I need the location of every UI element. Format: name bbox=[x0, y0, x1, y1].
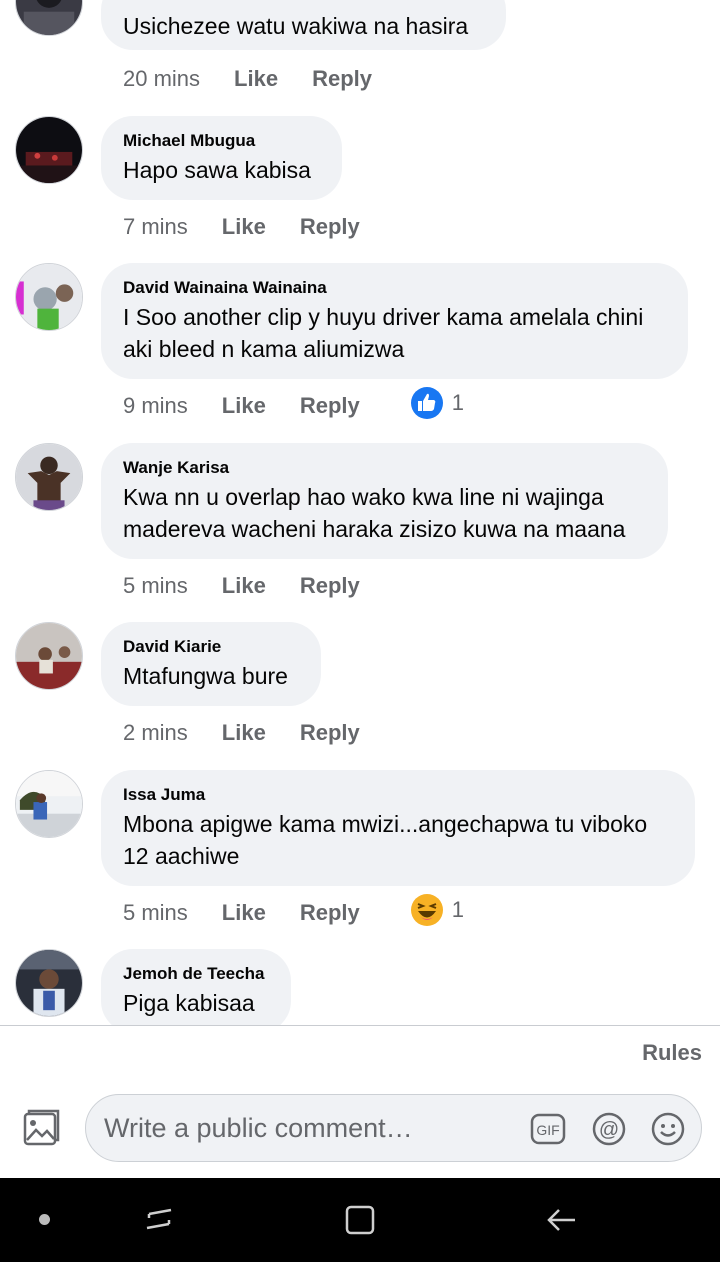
reply-button[interactable]: Reply bbox=[300, 720, 360, 746]
comment-author[interactable]: David Wainaina Wainaina bbox=[123, 277, 666, 299]
avatar[interactable] bbox=[15, 443, 83, 511]
avatar[interactable] bbox=[15, 949, 83, 1017]
comment-text-line: 12 aachiwe bbox=[123, 843, 240, 869]
like-button[interactable]: Like bbox=[222, 573, 266, 599]
divider bbox=[0, 1025, 720, 1026]
like-reaction-icon bbox=[410, 387, 443, 419]
gif-label: GIF bbox=[536, 1122, 559, 1138]
like-button[interactable]: Like bbox=[222, 720, 266, 746]
like-button[interactable]: Like bbox=[222, 393, 266, 419]
avatar[interactable] bbox=[15, 0, 83, 36]
comment-input-placeholder: Write a public comment… bbox=[104, 1113, 413, 1143]
reply-button[interactable]: Reply bbox=[300, 573, 360, 599]
like-button[interactable]: Like bbox=[222, 900, 266, 926]
comment-author[interactable]: David Kiarie bbox=[123, 636, 299, 658]
comment-meta: 9 mins Like Reply 1 bbox=[123, 386, 464, 423]
comment-text-line: I Soo another clip y huyu driver kama am… bbox=[123, 304, 644, 330]
comment-text-line: aki bleed n kama aliumizwa bbox=[123, 336, 405, 362]
comment-meta: 2 mins Like Reply bbox=[123, 716, 360, 750]
comment-text-line: Kwa nn u overlap hao wako kwa line ni wa… bbox=[123, 484, 604, 510]
photo-icon[interactable] bbox=[20, 1108, 62, 1150]
comment-bubble[interactable]: Jemoh de Teecha Piga kabisaa bbox=[101, 949, 291, 1025]
home-icon[interactable] bbox=[340, 1200, 380, 1240]
comment-text: Piga kabisaa bbox=[123, 990, 255, 1016]
comment-bubble[interactable]: David Kiarie Mtafungwa bure bbox=[101, 622, 321, 706]
reaction-count: 1 bbox=[451, 897, 464, 922]
system-nav-bar bbox=[0, 1178, 720, 1262]
emoji-icon[interactable] bbox=[650, 1111, 686, 1147]
avatar[interactable] bbox=[15, 116, 83, 184]
reply-button[interactable]: Reply bbox=[300, 900, 360, 926]
recent-apps-icon[interactable] bbox=[139, 1200, 179, 1240]
comment-time[interactable]: 7 mins bbox=[123, 214, 188, 240]
comment-meta: 7 mins Like Reply bbox=[123, 210, 360, 244]
reply-button[interactable]: Reply bbox=[312, 66, 372, 92]
comment-input[interactable]: Write a public comment… GIF @ bbox=[85, 1094, 702, 1162]
nav-dot-icon bbox=[39, 1214, 50, 1225]
reaction-count: 1 bbox=[451, 390, 464, 415]
like-button[interactable]: Like bbox=[222, 214, 266, 240]
comment-author[interactable]: Michael Mbugua bbox=[123, 130, 320, 152]
comments-list: Usichezee watu wakiwa na hasira 20 mins … bbox=[0, 0, 720, 1025]
comment-bubble[interactable]: David Wainaina Wainaina I Soo another cl… bbox=[101, 263, 688, 379]
comment-meta: 5 mins Like Reply bbox=[123, 569, 360, 603]
comment-bubble[interactable]: Issa Juma Mbona apigwe kama mwizi...ange… bbox=[101, 770, 695, 886]
avatar[interactable] bbox=[15, 770, 83, 838]
svg-text:@: @ bbox=[599, 1119, 619, 1141]
comment-time[interactable]: 9 mins bbox=[123, 393, 188, 419]
avatar[interactable] bbox=[15, 622, 83, 690]
reaction-summary[interactable]: 1 bbox=[410, 386, 464, 420]
comment-text: Mtafungwa bure bbox=[123, 663, 288, 689]
comment-meta: 5 mins Like Reply 1 bbox=[123, 893, 464, 930]
gif-icon[interactable]: GIF bbox=[530, 1111, 566, 1147]
comment-time[interactable]: 20 mins bbox=[123, 66, 200, 92]
comment-author[interactable]: Wanje Karisa bbox=[123, 457, 646, 479]
reply-button[interactable]: Reply bbox=[300, 393, 360, 419]
comment-text-line: Mbona apigwe kama mwizi...angechapwa tu … bbox=[123, 811, 648, 837]
comment-author[interactable]: Issa Juma bbox=[123, 784, 673, 806]
comment-text: Usichezee watu wakiwa na hasira bbox=[123, 13, 469, 39]
comment-meta: 20 mins Like Reply bbox=[123, 62, 372, 96]
comment-bubble[interactable]: Usichezee watu wakiwa na hasira bbox=[101, 0, 506, 50]
comment-time[interactable]: 5 mins bbox=[123, 573, 188, 599]
comment-bubble[interactable]: Michael Mbugua Hapo sawa kabisa bbox=[101, 116, 342, 200]
avatar[interactable] bbox=[15, 263, 83, 331]
reaction-summary[interactable]: 1 bbox=[410, 893, 464, 927]
comment-text: Hapo sawa kabisa bbox=[123, 157, 311, 183]
mention-icon[interactable]: @ bbox=[591, 1111, 627, 1147]
comment-time[interactable]: 5 mins bbox=[123, 900, 188, 926]
comment-bubble[interactable]: Wanje Karisa Kwa nn u overlap hao wako k… bbox=[101, 443, 668, 559]
like-button[interactable]: Like bbox=[234, 66, 278, 92]
comment-time[interactable]: 2 mins bbox=[123, 720, 188, 746]
comment-text-line: madereva wacheni haraka zisizo kuwa na m… bbox=[123, 516, 626, 542]
back-icon[interactable] bbox=[541, 1200, 581, 1240]
comment-author[interactable]: Jemoh de Teecha bbox=[123, 963, 269, 985]
rules-link[interactable]: Rules bbox=[642, 1040, 702, 1066]
reply-button[interactable]: Reply bbox=[300, 214, 360, 240]
haha-reaction-icon bbox=[410, 894, 443, 926]
